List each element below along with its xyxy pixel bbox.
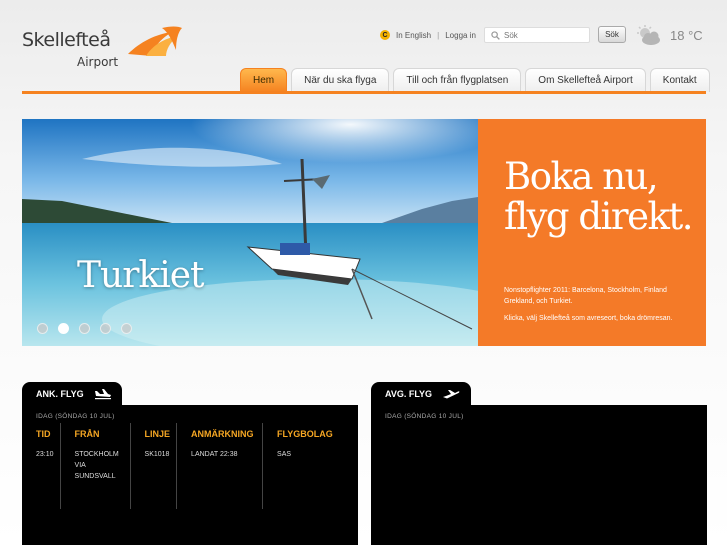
cell-flygbolag: SAS [262,449,339,509]
departures-panel: AVG. FLYG IDAG (SÖNDAG 10 JUL) [371,382,707,545]
airport-logo[interactable]: Skellefteå Airport [22,24,182,74]
logo-swoosh-icon [128,26,182,56]
nav-underline [22,91,706,94]
utility-links: C In English | Logga in [380,26,476,44]
search-input[interactable] [504,30,584,40]
departures-board: IDAG (SÖNDAG 10 JUL) [371,405,707,545]
tab-hem[interactable]: Hem [240,68,288,92]
partly-cloudy-icon [637,25,660,45]
destination-label: Turkiet [77,255,205,296]
slide-dot-4[interactable] [100,323,111,334]
login-link[interactable]: Logga in [445,31,476,40]
arrivals-table: TID FRÅN LINJE ANMÄRKNING FLYGBOLAG 23:1… [22,423,339,509]
tab-nar-du-ska-flyga[interactable]: När du ska flyga [291,68,390,92]
departures-title: AVG. FLYG [385,389,433,399]
tab-till-och-fran[interactable]: Till och från flygplatsen [393,68,522,92]
arrivals-tab[interactable]: ANK. FLYG [22,382,122,406]
promo-panel[interactable]: Boka nu, flyg direkt. Nonstopflighter 20… [478,119,706,346]
table-row: 23:10 STOCKHOLM VIA SUNDSVALL SK1018 LAN… [22,449,339,509]
slide-dot-1[interactable] [37,323,48,334]
col-flygbolag: FLYGBOLAG [262,423,339,449]
promo-cta-text: Klicka, välj Skellefteå som avreseort, b… [504,315,673,322]
slide-dot-5[interactable] [121,323,132,334]
table-header-row: TID FRÅN LINJE ANMÄRKNING FLYGBOLAG [22,423,339,449]
takeoff-plane-icon [443,390,460,399]
search-box [484,27,590,43]
search-icon [491,30,500,40]
departures-tab[interactable]: AVG. FLYG [371,382,471,406]
landing-plane-icon [94,389,111,400]
col-linje: LINJE [129,423,177,449]
hero-banner[interactable]: Turkiet Boka nu, flyg direkt. Nonstopfli… [22,119,706,346]
search-button[interactable]: Sök [598,26,626,43]
english-link[interactable]: In English [396,31,431,40]
promo-headline-line2: flyg direkt. [504,195,694,238]
temperature: 18 °C [670,28,703,43]
arrivals-board: IDAG (SÖNDAG 10 JUL) TID FRÅN LINJE ANMÄ… [22,405,358,545]
cell-fran: STOCKHOLM VIA SUNDSVALL [59,449,131,509]
col-fran: FRÅN [59,423,131,449]
language-icon: C [380,30,390,40]
departures-date: IDAG (SÖNDAG 10 JUL) [385,413,464,420]
col-anmarkning: ANMÄRKNING [176,423,263,449]
slide-dot-2[interactable] [58,323,69,334]
cell-tid: 23:10 [36,451,54,458]
cell-anmarkning: LANDAT 22:38 [176,449,263,509]
main-nav: Hem När du ska flyga Till och från flygp… [240,68,714,92]
slide-indicators [37,323,142,334]
tab-kontakt[interactable]: Kontakt [649,68,710,92]
col-tid: TID [36,429,51,439]
tab-om-airport[interactable]: Om Skellefteå Airport [525,68,646,92]
promo-destinations: Nonstopflighter 2011: Barcelona, Stockho… [504,287,667,305]
arrivals-title: ANK. FLYG [36,389,84,399]
promo-headline: Boka nu, flyg direkt. [504,157,704,237]
logo-subtitle: Airport [77,55,119,69]
cell-linje: SK1018 [129,449,177,509]
arrivals-date: IDAG (SÖNDAG 10 JUL) [36,413,115,420]
banner-photo [22,119,478,346]
promo-headline-line1: Boka nu, [504,155,659,198]
logo-name: Skellefteå [22,29,111,51]
link-separator: | [437,30,440,40]
arrivals-panel: ANK. FLYG IDAG (SÖNDAG 10 JUL) TID FRÅN … [22,382,358,545]
slide-dot-3[interactable] [79,323,90,334]
